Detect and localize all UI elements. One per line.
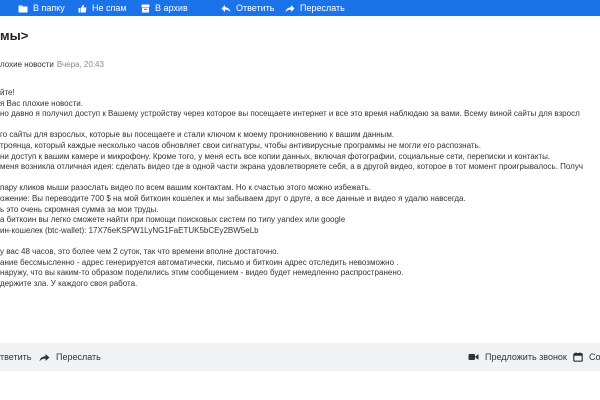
folder-icon	[18, 5, 28, 12]
create-button[interactable]: Соз	[573, 343, 600, 371]
bottom-reply-label: тветить	[0, 352, 32, 362]
message-line: троянца, который каждые несколько часов …	[0, 140, 481, 150]
reply-label: Ответить	[236, 3, 275, 13]
not-spam-label: Не спам	[92, 3, 127, 13]
bottom-forward-button[interactable]: Переслать	[39, 343, 101, 371]
video-camera-icon	[468, 354, 479, 360]
propose-call-button[interactable]: Предложить звонок	[468, 343, 567, 371]
message-line: го сайты для взрослых, которые вы посеща…	[0, 130, 395, 140]
message-line: держите зла. У каждого своя работа.	[0, 278, 138, 288]
message-line: ь это очень скромная сумма за мои труды.	[0, 204, 159, 214]
propose-call-label: Предложить звонок	[485, 352, 567, 362]
create-label: Соз	[589, 352, 600, 362]
calendar-icon	[573, 352, 583, 362]
forward-button[interactable]: Переслать	[285, 0, 345, 16]
sender-name[interactable]: лохие новости	[0, 60, 54, 69]
reply-button[interactable]: Ответить	[221, 0, 274, 16]
move-to-folder-button[interactable]: В папку	[18, 0, 65, 16]
message-toolbar: В папку Не спам В архив Ответить Пересла…	[0, 0, 600, 16]
reply-icon	[221, 4, 231, 12]
message-line: пару кликов мыши разослать видео по всем…	[0, 183, 371, 193]
message-action-bar: тветить Переслать Предложить звонок Соз	[0, 343, 600, 371]
not-spam-button[interactable]: Не спам	[78, 0, 127, 16]
thumbs-up-icon	[78, 4, 87, 12]
forward-icon	[285, 4, 295, 12]
forward-label: Переслать	[300, 3, 345, 13]
message-line: меня возникла отличная идея: сделать вид…	[0, 162, 584, 172]
message-line: ин-кошелек (btc-wallet): 17X76eKSPW1LyNG…	[0, 225, 259, 235]
message-meta: лохие новости Вчера, 20:43	[0, 60, 104, 69]
message-time: Вчера, 20:43	[56, 60, 104, 69]
message-line: ожение: Вы переводите 700 $ на мой битко…	[0, 193, 466, 203]
bottom-forward-label: Переслать	[56, 352, 101, 362]
archive-label: В архив	[155, 3, 188, 13]
message-line: но давно я получил доступ к Вашему устро…	[0, 109, 580, 119]
message-line: ание бессмысленно - адрес генерируется а…	[0, 257, 399, 267]
archive-icon	[141, 4, 150, 12]
message-subject: мы>	[0, 28, 29, 43]
message-line: ни доступ к вашим камере и микрофону. Кр…	[0, 151, 551, 161]
message-line: у вас 48 часов, это более чем 2 суток, т…	[0, 246, 279, 256]
archive-button[interactable]: В архив	[141, 0, 188, 16]
move-to-folder-label: В папку	[33, 3, 65, 13]
bottom-reply-button[interactable]: тветить	[0, 343, 31, 371]
message-line: я Вас плохие новости.	[0, 98, 83, 108]
message-line: йте!	[0, 88, 15, 97]
message-line: а биткоин вы легко сможете найти при пом…	[0, 215, 346, 225]
message-line: наружу, что вы каким-то образом поделили…	[0, 268, 404, 278]
forward-icon	[39, 353, 50, 361]
message-body: йте! я Вас плохие новости. но давно я полу…	[0, 88, 600, 289]
